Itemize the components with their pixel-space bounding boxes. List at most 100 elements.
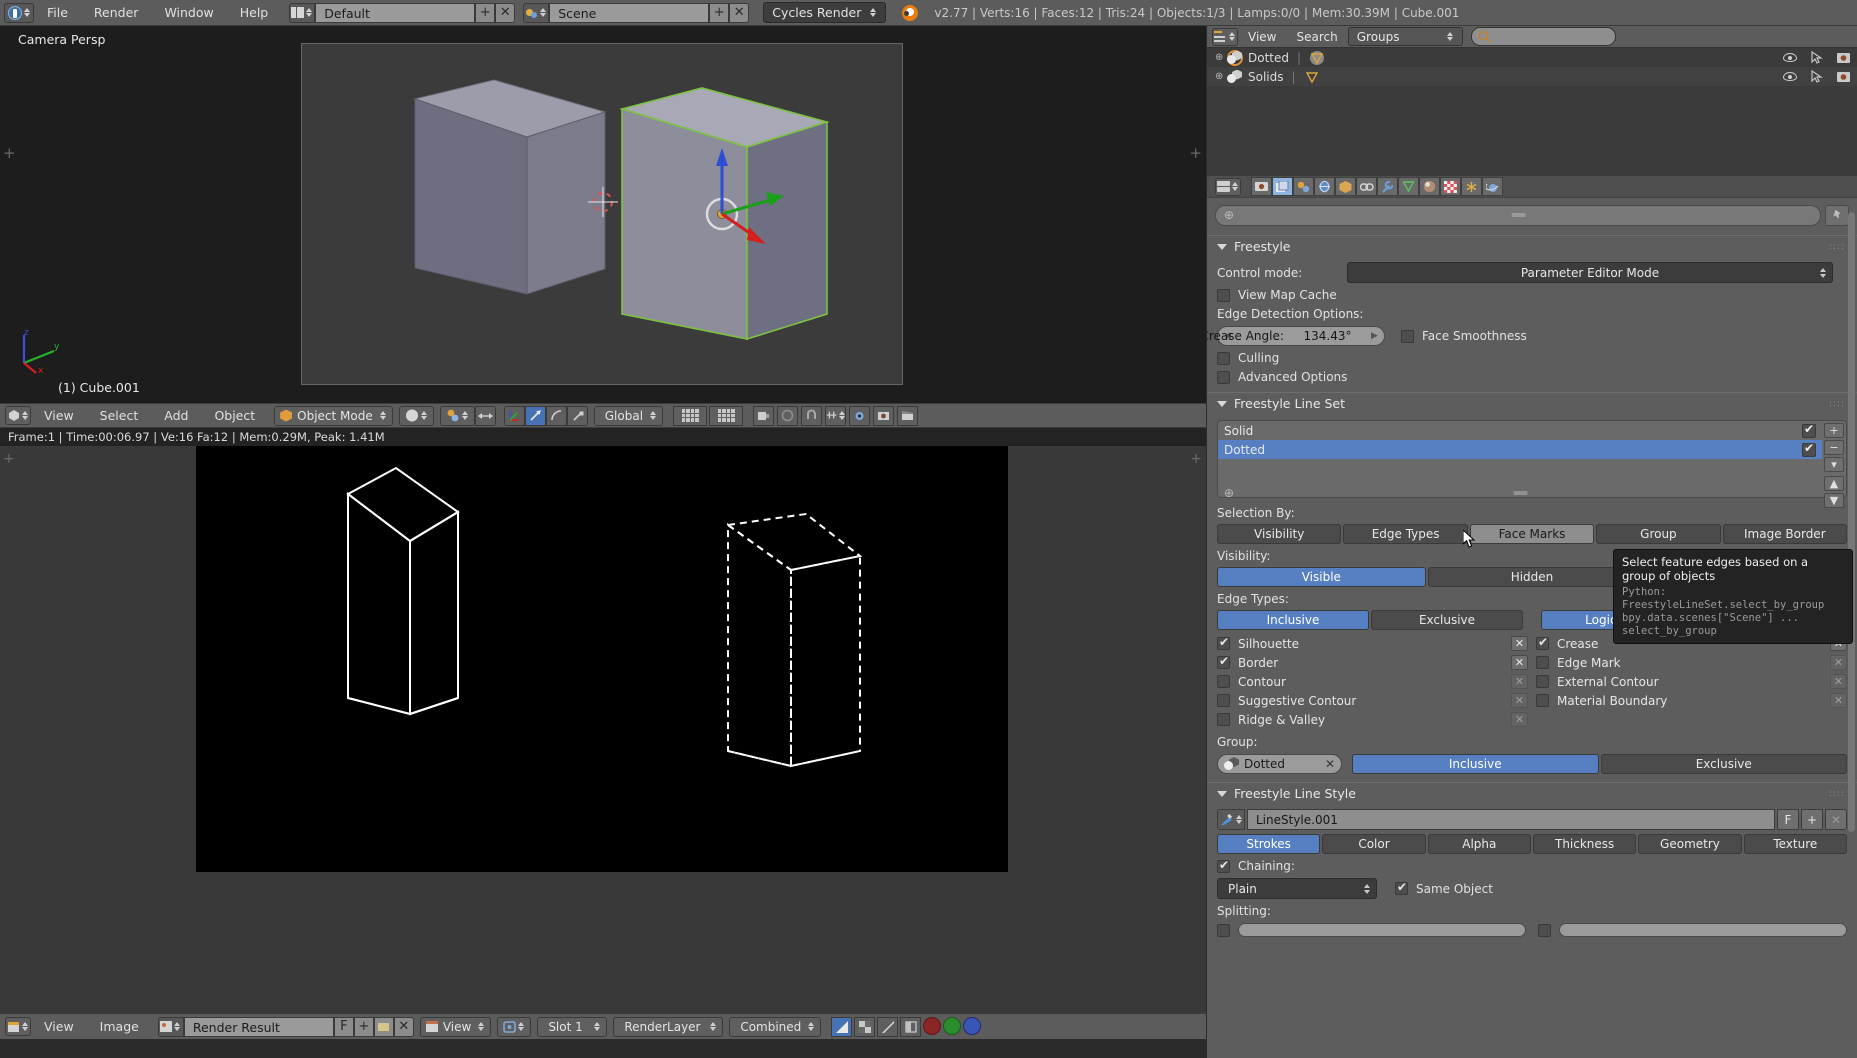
group-selector-field[interactable]: Dotted ✕ xyxy=(1217,754,1342,774)
edge-type-edge-mark[interactable]: Edge Mark ✕ xyxy=(1536,653,1847,672)
properties-scrollbar[interactable] xyxy=(1848,212,1855,832)
display-channels-zbuffer-button[interactable] xyxy=(877,1017,898,1037)
pivot-point-dropdown[interactable] xyxy=(440,406,475,426)
tab-scene[interactable] xyxy=(1293,177,1314,196)
render-pass-dropdown[interactable]: Combined xyxy=(729,1017,821,1037)
image-open-button[interactable] xyxy=(374,1017,394,1037)
edge-type-ridge-valley[interactable]: Ridge & Valley ✕ xyxy=(1217,710,1528,729)
view-map-cache-checkbox[interactable] xyxy=(1217,289,1230,302)
scene-add-button[interactable]: + xyxy=(709,3,729,23)
viewport-menu-view[interactable]: View xyxy=(31,403,87,428)
image-editor-right-panel-toggle[interactable]: + xyxy=(1190,451,1202,467)
restrict-view-icon-2[interactable] xyxy=(1783,72,1797,81)
restrict-view-icon[interactable] xyxy=(1783,53,1797,62)
list-resize-grip[interactable]: ══ xyxy=(1514,486,1526,500)
line-style-tab-texture[interactable]: Texture xyxy=(1744,834,1847,854)
line-style-tab-alpha[interactable]: Alpha xyxy=(1428,834,1531,854)
line-style-name[interactable]: LineStyle.001 xyxy=(1247,809,1775,830)
image-view-mode-dropdown[interactable]: View xyxy=(420,1017,491,1037)
rotate-mode-button[interactable] xyxy=(546,406,567,426)
edge-type-suggestive-contour[interactable]: Suggestive Contour ✕ xyxy=(1217,691,1528,710)
line-set-enable-checkbox[interactable] xyxy=(1802,424,1816,438)
tab-world[interactable] xyxy=(1314,177,1335,196)
panel-header-line-style[interactable]: Freestyle Line Style :::: xyxy=(1207,782,1857,804)
silhouette-checkbox[interactable] xyxy=(1217,637,1230,650)
view-map-cache-row[interactable]: View Map Cache xyxy=(1207,288,1857,302)
line-style-fake-user-button[interactable]: F xyxy=(1777,809,1799,830)
same-object-checkbox[interactable] xyxy=(1395,882,1408,895)
edge-type-silhouette[interactable]: Silhouette ✕ xyxy=(1217,634,1528,653)
edge-type-external-contour[interactable]: External Contour ✕ xyxy=(1536,672,1847,691)
outliner-row-solids[interactable]: ⊕ Solids | xyxy=(1207,67,1857,86)
selection-tab-image-border[interactable]: Image Border xyxy=(1723,524,1847,544)
line-set-specials-button[interactable]: ▾ xyxy=(1824,457,1844,472)
splitting-min-checkbox[interactable] xyxy=(1217,924,1230,937)
edge-logic-exclusive[interactable]: Exclusive xyxy=(1371,610,1523,630)
face-smoothness-checkbox[interactable] xyxy=(1401,330,1414,343)
line-set-item-dotted[interactable]: Dotted xyxy=(1218,440,1822,459)
outliner-row-dotted[interactable]: ⊕ Dotted | xyxy=(1207,48,1857,67)
render-slot-dropdown[interactable]: Slot 1 xyxy=(537,1017,607,1037)
restrict-render-icon-2[interactable] xyxy=(1837,71,1851,83)
snap-element-dropdown[interactable] xyxy=(825,406,846,426)
editor-type-properties-icon[interactable] xyxy=(1215,178,1241,196)
contour-checkbox[interactable] xyxy=(1217,675,1230,688)
screen-layout-delete-button[interactable]: ✕ xyxy=(495,3,515,23)
renderlayer-selector[interactable]: ⊕ ══ xyxy=(1215,205,1821,226)
render-engine-dropdown[interactable]: Cycles Render xyxy=(763,2,886,23)
image-unlink-button[interactable]: ✕ xyxy=(394,1017,414,1037)
left-panel-toggle[interactable]: + xyxy=(3,144,16,162)
viewport-menu-object[interactable]: Object xyxy=(201,403,268,428)
selection-tab-group[interactable]: Group xyxy=(1596,524,1720,544)
editor-type-3dview-icon[interactable] xyxy=(5,406,31,425)
display-channels-straight-button[interactable] xyxy=(900,1017,921,1037)
panel-header-freestyle[interactable]: Freestyle :::: xyxy=(1207,235,1857,257)
transform-orientation-dropdown[interactable]: Global xyxy=(594,406,663,426)
edge-mark-checkbox[interactable] xyxy=(1536,656,1549,669)
tab-material[interactable] xyxy=(1419,177,1440,196)
advanced-options-row[interactable]: Advanced Options xyxy=(1207,370,1857,384)
interaction-mode-dropdown[interactable]: Object Mode xyxy=(274,406,393,426)
tab-data[interactable] xyxy=(1398,177,1419,196)
line-set-list[interactable]: Solid Dotted ⊕ ══ + − ▾ ▲ ▼ xyxy=(1217,420,1847,498)
group-mode-inclusive[interactable]: Inclusive xyxy=(1352,754,1599,774)
tab-physics[interactable] xyxy=(1482,177,1503,196)
ridge-valley-checkbox[interactable] xyxy=(1217,713,1230,726)
tab-render-layers[interactable] xyxy=(1272,177,1293,196)
line-style-tab-geometry[interactable]: Geometry xyxy=(1638,834,1741,854)
selection-tab-edge-types[interactable]: Edge Types xyxy=(1343,524,1467,544)
add-renderlayer-icon[interactable]: ⊕ xyxy=(1224,208,1234,222)
chaining-row[interactable]: Chaining: xyxy=(1207,859,1857,873)
pin-id-button[interactable] xyxy=(1825,205,1849,226)
image-new-button[interactable]: + xyxy=(354,1017,374,1037)
crease-angle-field[interactable]: ◀ Crease Angle: 134.43° ▶ xyxy=(1217,326,1385,346)
scene-name[interactable]: Scene xyxy=(549,3,709,23)
render-layer-dropdown[interactable]: RenderLayer xyxy=(613,1017,723,1037)
advanced-options-checkbox[interactable] xyxy=(1217,371,1230,384)
scene-icon[interactable] xyxy=(523,3,549,23)
restrict-render-icon[interactable] xyxy=(1837,52,1851,64)
list-grow-icon[interactable]: ⊕ xyxy=(1224,486,1234,500)
control-mode-dropdown[interactable]: Parameter Editor Mode xyxy=(1347,262,1833,283)
lock-camera-button[interactable] xyxy=(753,406,774,426)
render-image-button[interactable] xyxy=(873,406,894,426)
image-browse-icon[interactable] xyxy=(158,1017,184,1037)
display-channels-alpha-button[interactable] xyxy=(854,1017,875,1037)
border-exclude-button[interactable]: ✕ xyxy=(1511,655,1528,670)
layers-block-2[interactable] xyxy=(709,406,743,426)
culling-row[interactable]: Culling xyxy=(1207,351,1857,365)
selection-tab-visibility[interactable]: Visibility xyxy=(1217,524,1341,544)
image-fake-user-button[interactable]: F xyxy=(334,1017,354,1037)
line-set-add-button[interactable]: + xyxy=(1824,423,1844,438)
outliner-menu-view[interactable]: View xyxy=(1238,26,1286,48)
contour-exclude-button[interactable]: ✕ xyxy=(1511,674,1528,689)
line-set-move-down-button[interactable]: ▼ xyxy=(1824,493,1844,508)
image-editor[interactable]: + + xyxy=(0,446,1206,872)
tab-constraints[interactable] xyxy=(1356,177,1377,196)
visibility-option-visible[interactable]: Visible xyxy=(1217,567,1426,587)
line-style-tab-thickness[interactable]: Thickness xyxy=(1533,834,1636,854)
line-set-enable-checkbox-2[interactable] xyxy=(1802,443,1816,457)
material-boundary-checkbox[interactable] xyxy=(1536,694,1549,707)
outliner-search-input[interactable] xyxy=(1491,31,1609,43)
line-set-move-up-button[interactable]: ▲ xyxy=(1824,476,1844,491)
